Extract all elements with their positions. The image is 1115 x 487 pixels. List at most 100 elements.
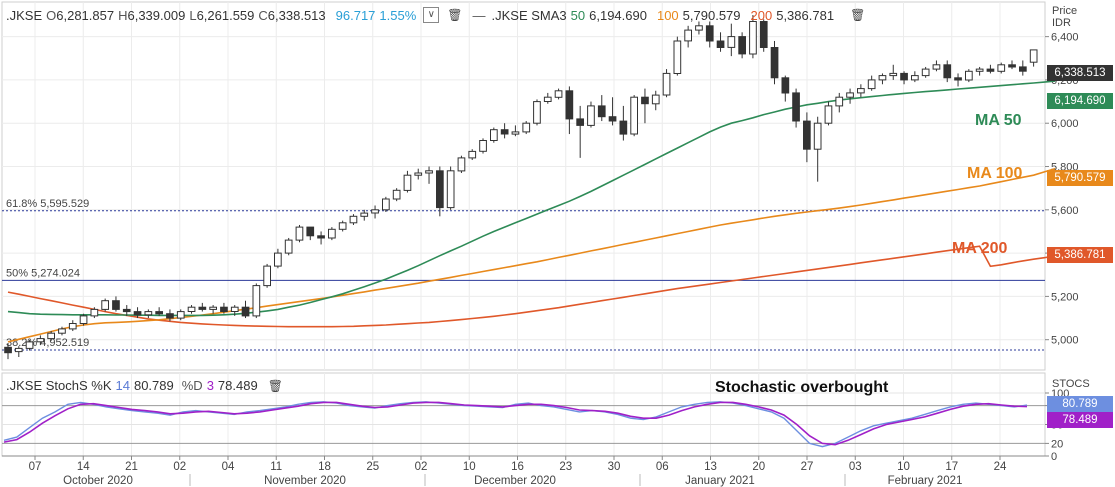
- candle-body: [911, 75, 919, 81]
- change-value: 96.717: [335, 7, 376, 23]
- candle-body: [198, 306, 207, 310]
- price-axis-title: Price IDR: [1052, 5, 1077, 29]
- sma50-period: 50: [570, 7, 586, 23]
- close-value: 6,338.513: [267, 7, 326, 23]
- candle-body: [576, 118, 584, 126]
- x-day-label: 14: [77, 461, 90, 473]
- candle-body: [468, 150, 477, 159]
- stoch-annotation: Stochastic overbought: [715, 379, 889, 396]
- candle: [587, 101, 595, 128]
- fib-level-label: 61.8% 5,595.529: [6, 198, 89, 210]
- candle: [392, 188, 401, 202]
- candle-body: [792, 92, 800, 122]
- low-value: 6,261.559: [196, 7, 255, 23]
- candle: [533, 99, 541, 126]
- candle-body: [68, 323, 77, 330]
- candle: [662, 69, 671, 98]
- trash-icon[interactable]: 🗑: [850, 8, 865, 22]
- change-percent: 1.55%: [379, 7, 417, 23]
- ma50-annotation: MA 50: [975, 112, 1022, 129]
- x-day-label: 10: [463, 461, 476, 473]
- candle-body: [695, 25, 703, 31]
- candle-body: [857, 88, 865, 94]
- candle-body: [176, 311, 185, 319]
- chart-canvas[interactable]: 5,0005,2005,4005,6005,8006,0006,2006,400…: [0, 0, 1115, 487]
- price-axis-title-line2: IDR: [1052, 17, 1071, 29]
- price-tick-label: 6,000: [1051, 118, 1079, 130]
- candle-body: [14, 347, 23, 353]
- candle-body: [1008, 64, 1016, 68]
- candle: [630, 95, 638, 137]
- candle-body: [4, 346, 12, 354]
- candle-body: [220, 306, 228, 313]
- ma50-value-tag: 6,194.690: [1047, 93, 1113, 109]
- trash-icon[interactable]: 🗑: [447, 8, 462, 22]
- candle-body: [921, 68, 930, 77]
- candle-body: [252, 285, 261, 317]
- candle-body: [597, 105, 606, 118]
- open-value: 6,281.857: [56, 7, 115, 23]
- candle-body: [738, 36, 746, 55]
- candle-body: [349, 215, 358, 224]
- price-tick-label: 6,400: [1051, 32, 1079, 44]
- candle-body: [101, 300, 110, 310]
- candle-body: [630, 96, 638, 135]
- candle-body: [79, 315, 88, 324]
- candle-body: [900, 72, 908, 81]
- ma100-annotation: MA 100: [967, 165, 1023, 182]
- close-price-tag: 6,338.513: [1047, 65, 1113, 81]
- candle: [738, 32, 746, 59]
- candle-body: [425, 170, 433, 174]
- x-day-label: 21: [125, 461, 138, 473]
- candle: [328, 227, 336, 241]
- candle: [295, 224, 304, 243]
- candle-body: [813, 122, 822, 150]
- candle-body: [662, 72, 671, 96]
- x-day-label: 02: [173, 461, 186, 473]
- candle: [673, 36, 682, 76]
- candle-body: [673, 40, 682, 74]
- candle: [446, 166, 455, 210]
- candle-body: [684, 29, 692, 42]
- candle-body: [522, 122, 531, 133]
- x-day-label: 16: [511, 461, 524, 473]
- candle-body: [716, 40, 725, 48]
- candle-body: [155, 311, 164, 315]
- open-label: O: [46, 7, 57, 23]
- sma200-value: 5,386.781: [776, 7, 835, 23]
- candle-body: [533, 101, 541, 124]
- stoch-axis-title: STOCS: [1052, 378, 1090, 390]
- candle-body: [846, 92, 854, 98]
- x-day-label: 03: [849, 461, 862, 473]
- x-day-label: 10: [897, 461, 910, 473]
- candle: [263, 263, 271, 288]
- x-day-label: 25: [366, 461, 379, 473]
- candle: [479, 138, 487, 154]
- candle-body: [997, 64, 1006, 72]
- candle-body: [112, 300, 120, 310]
- candle-body: [543, 96, 552, 102]
- price-axis-title-line1: Price: [1052, 5, 1078, 17]
- candle-body: [25, 341, 34, 349]
- candle-body: [965, 70, 973, 81]
- candle-body: [263, 265, 271, 287]
- x-day-label: 23: [559, 461, 572, 473]
- x-month-label: February 2021: [888, 475, 963, 487]
- trash-icon[interactable]: 🗑: [268, 379, 283, 393]
- candle-body: [382, 198, 390, 211]
- candle-body: [835, 96, 844, 107]
- candle-body: [479, 140, 487, 152]
- candle: [522, 121, 531, 135]
- candle-body: [651, 94, 660, 105]
- candle-body: [749, 21, 757, 55]
- candle-body: [371, 209, 379, 214]
- candle-body: [781, 77, 790, 94]
- stoch-symbol-label: .JKSE StochS %K: [6, 378, 112, 393]
- x-day-label: 20: [752, 461, 765, 473]
- candle: [79, 313, 88, 326]
- candle-body: [619, 120, 628, 135]
- candle-body: [511, 131, 520, 135]
- collapse-chevron-icon[interactable]: ∨: [423, 7, 440, 23]
- candle-body: [338, 222, 347, 230]
- candle-body: [565, 90, 574, 120]
